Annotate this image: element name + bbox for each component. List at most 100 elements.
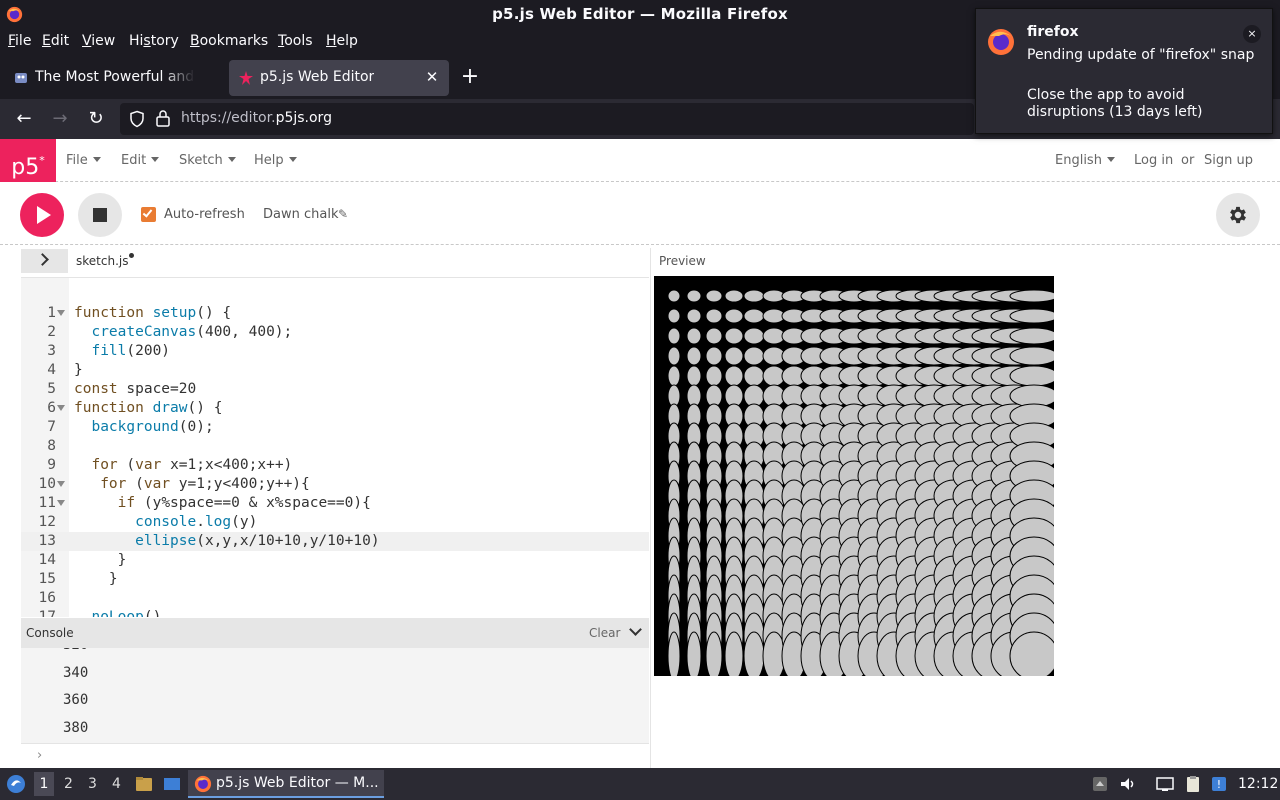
sidebar-toggle-button[interactable] <box>21 249 68 273</box>
file-tab-sketch-js[interactable]: sketch.js <box>76 253 135 268</box>
login-link[interactable]: Log in <box>1134 153 1173 168</box>
update-notification[interactable]: firefox Pending update of "firefox" snap… <box>975 8 1273 134</box>
code-line[interactable]: 17 noLoop() <box>21 608 649 617</box>
code-line[interactable]: 1 function setup() { <box>21 304 649 323</box>
line-number: 16 <box>38 590 56 606</box>
p5-menu-sketch[interactable]: Sketch <box>179 153 236 168</box>
code-line[interactable]: 4} <box>21 361 649 380</box>
network-icon[interactable] <box>1155 774 1175 794</box>
line-number: 10 <box>38 476 56 492</box>
line-number: 8 <box>47 438 56 454</box>
menu-file[interactable]: File <box>8 33 31 49</box>
auto-refresh-checkbox[interactable] <box>141 207 156 222</box>
play-button[interactable] <box>20 193 64 237</box>
sketch-name[interactable]: Dawn chalk <box>263 207 338 222</box>
code-editor[interactable]: 1 function setup() {2 createCanvas(400, 4… <box>21 277 649 617</box>
code-line[interactable]: 5 const space=20 <box>21 380 649 399</box>
gear-icon <box>1230 206 1246 224</box>
workspace-3[interactable]: 3 <box>88 776 97 792</box>
firefox-logo-icon <box>194 775 212 793</box>
stop-button[interactable] <box>78 193 122 237</box>
start-menu-icon[interactable] <box>6 774 26 794</box>
code-text: } <box>74 571 118 587</box>
signup-link[interactable]: Sign up <box>1204 153 1253 168</box>
shield-icon[interactable] <box>128 110 146 128</box>
reload-icon[interactable]: ↻ <box>84 107 108 131</box>
code-line[interactable]: 7 background(0); <box>21 418 649 437</box>
code-line[interactable]: 16 <box>21 589 649 608</box>
new-tab-button[interactable]: + <box>458 66 482 90</box>
console-clear-button[interactable]: Clear <box>589 626 620 640</box>
code-line[interactable]: 15 } <box>21 570 649 589</box>
code-line[interactable]: 11 if (y%space==0 & x%space==0){ <box>21 494 649 513</box>
tab-close-icon[interactable]: ✕ <box>423 68 441 86</box>
menu-bookmarks[interactable]: Bookmarks <box>190 33 268 49</box>
menu-help[interactable]: Help <box>326 33 358 49</box>
sketch-ellipse <box>705 631 723 676</box>
menu-edit[interactable]: Edit <box>42 33 69 49</box>
p5-menu-help[interactable]: Help <box>254 153 297 168</box>
p5-logo[interactable]: p5* <box>0 139 56 182</box>
p5-menu-file[interactable]: File <box>66 153 101 168</box>
fold-arrow-icon[interactable] <box>57 500 65 506</box>
console-line: 360 <box>63 692 89 708</box>
menu-tools[interactable]: Tools <box>278 33 313 49</box>
lock-icon[interactable] <box>155 109 171 127</box>
sketch-ellipse <box>743 289 765 303</box>
forward-arrow-icon[interactable]: → <box>48 107 72 131</box>
sketch-ellipse <box>743 308 765 324</box>
code-line[interactable]: 13 ellipse(x,y,x/10+10,y/10+10) <box>21 532 649 551</box>
fold-arrow-icon[interactable] <box>57 405 65 411</box>
sketch-ellipse <box>686 631 702 676</box>
workspace-2[interactable]: 2 <box>64 776 73 792</box>
code-line[interactable]: 3 fill(200) <box>21 342 649 361</box>
code-line[interactable]: 12 console.log(y) <box>21 513 649 532</box>
code-line[interactable]: 10 for (var y=1;y<400;y++){ <box>21 475 649 494</box>
p5-menu-edit[interactable]: Edit <box>121 153 160 168</box>
clipboard-icon[interactable] <box>1183 774 1203 794</box>
code-line[interactable]: 6 function draw() { <box>21 399 649 418</box>
settings-button[interactable] <box>1216 193 1260 237</box>
close-icon[interactable]: × <box>1243 25 1261 43</box>
code-text: function setup() { <box>74 305 232 321</box>
back-arrow-icon[interactable]: ← <box>12 107 36 131</box>
sketch-preview-canvas[interactable] <box>654 276 1054 676</box>
desktop-icon[interactable] <box>162 774 182 794</box>
caret-down-icon <box>227 157 236 162</box>
console-input[interactable]: › <box>21 743 649 768</box>
sketch-ellipse <box>705 346 723 366</box>
tray-up-icon[interactable] <box>1090 774 1110 794</box>
workspace-4[interactable]: 4 <box>112 776 121 792</box>
workspace-1[interactable]: 1 <box>34 772 54 796</box>
url-bar[interactable]: https://editor.p5js.org <box>120 103 974 135</box>
menu-history[interactable]: History <box>129 33 179 49</box>
svg-text:!: ! <box>1217 778 1221 791</box>
menu-view[interactable]: View <box>82 33 115 49</box>
file-manager-icon[interactable] <box>134 774 154 794</box>
sketch-ellipse <box>724 327 744 345</box>
language-select[interactable]: English <box>1055 153 1115 168</box>
console-line: 320 <box>63 648 88 653</box>
tab-title: p5.js Web Editor <box>260 69 375 85</box>
update-notifier-icon[interactable]: ! <box>1209 774 1229 794</box>
taskbar-firefox-window[interactable]: p5.js Web Editor — M... <box>188 770 384 798</box>
url-text: https://editor.p5js.org <box>181 110 332 126</box>
code-line[interactable]: 2 createCanvas(400, 400); <box>21 323 649 342</box>
code-line[interactable]: 8 <box>21 437 649 456</box>
code-text: for (var y=1;y<400;y++){ <box>100 476 310 492</box>
line-number: 12 <box>38 514 56 530</box>
pane-divider[interactable] <box>650 248 651 768</box>
console-line: 380 <box>63 720 89 736</box>
volume-icon[interactable] <box>1118 774 1138 794</box>
pencil-icon[interactable]: ✎ <box>338 207 348 221</box>
tab-most-powerful[interactable]: The Most Powerful and R <box>4 60 226 96</box>
chevron-down-icon[interactable] <box>629 623 642 636</box>
fold-arrow-icon[interactable] <box>57 310 65 316</box>
line-number: 6 <box>47 400 56 416</box>
fold-arrow-icon[interactable] <box>57 481 65 487</box>
tab-p5js-editor[interactable]: p5.js Web Editor ✕ <box>229 60 449 96</box>
code-line[interactable]: 14 } <box>21 551 649 570</box>
p5-favicon-icon <box>239 71 253 85</box>
line-number: 17 <box>38 609 56 617</box>
code-line[interactable]: 9 for (var x=1;x<400;x++) <box>21 456 649 475</box>
